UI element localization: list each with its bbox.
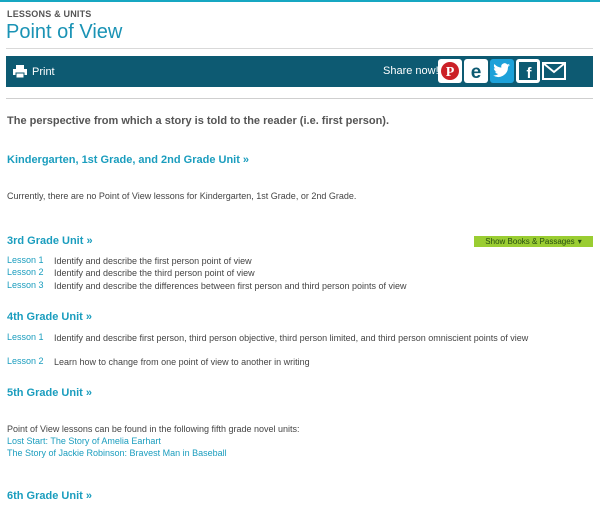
caret-down-icon: ▾ bbox=[577, 237, 582, 246]
k2-unit-note: Currently, there are no Point of View le… bbox=[7, 191, 357, 201]
lesson-description: Learn how to change from one point of vi… bbox=[54, 357, 310, 367]
lesson-link[interactable]: Lesson 1 bbox=[7, 332, 54, 344]
svg-text:P: P bbox=[446, 65, 455, 80]
definition-text: The perspective from which a story is to… bbox=[7, 115, 390, 127]
show-books-label: Show Books & Passages bbox=[485, 237, 575, 246]
lesson-description: Identify and describe first person, thir… bbox=[54, 333, 529, 343]
toolbar: Print Share now! P e f bbox=[6, 56, 593, 87]
lesson-row: Lesson 1 Identify and describe first per… bbox=[7, 332, 584, 344]
grade5-unit-link[interactable]: 5th Grade Unit » bbox=[7, 387, 92, 399]
top-accent-bar bbox=[0, 0, 600, 2]
lesson-description: Identify and describe the third person p… bbox=[54, 268, 255, 278]
book-link[interactable]: The Story of Jackie Robinson: Bravest Ma… bbox=[7, 448, 227, 458]
grade4-unit-link[interactable]: 4th Grade Unit » bbox=[7, 311, 92, 323]
svg-text:e: e bbox=[471, 62, 482, 81]
share-icons: P e f bbox=[438, 59, 566, 83]
lesson-link[interactable]: Lesson 2 bbox=[7, 267, 54, 279]
lesson-row: Lesson 2 Learn how to change from one po… bbox=[7, 356, 584, 368]
pinterest-icon[interactable]: P bbox=[438, 59, 462, 83]
printer-icon bbox=[13, 65, 27, 78]
toolbar-divider bbox=[6, 98, 593, 99]
twitter-icon[interactable] bbox=[490, 59, 514, 83]
lesson-row: Lesson 2 Identify and describe the third… bbox=[7, 267, 584, 279]
lesson-link[interactable]: Lesson 2 bbox=[7, 356, 54, 368]
grade5-unit-note: Point of View lessons can be found in th… bbox=[7, 424, 300, 434]
k2-unit-link[interactable]: Kindergarten, 1st Grade, and 2nd Grade U… bbox=[7, 154, 249, 166]
share-label: Share now! bbox=[383, 65, 439, 77]
book-link[interactable]: Lost Start: The Story of Amelia Earhart bbox=[7, 436, 161, 446]
lesson-description: Identify and describe the first person p… bbox=[54, 256, 252, 266]
print-button[interactable]: Print bbox=[13, 64, 55, 79]
show-books-passages-button[interactable]: Show Books & Passages ▾ bbox=[474, 236, 593, 247]
lesson-row: Lesson 1 Identify and describe the first… bbox=[7, 255, 584, 267]
grade3-unit-link[interactable]: 3rd Grade Unit » bbox=[7, 235, 93, 247]
facebook-icon[interactable]: f bbox=[516, 59, 540, 83]
grade6-unit-link[interactable]: 6th Grade Unit » bbox=[7, 490, 92, 502]
section-eyebrow: LESSONS & UNITS bbox=[7, 9, 92, 19]
lesson-link[interactable]: Lesson 1 bbox=[7, 255, 54, 267]
title-divider bbox=[6, 48, 593, 49]
print-label: Print bbox=[32, 65, 55, 78]
email-icon[interactable] bbox=[542, 59, 566, 83]
edmodo-icon[interactable]: e bbox=[464, 59, 488, 83]
lesson-link[interactable]: Lesson 3 bbox=[7, 280, 54, 292]
page-title: Point of View bbox=[6, 21, 123, 43]
lesson-description: Identify and describe the differences be… bbox=[54, 281, 407, 291]
lesson-row: Lesson 3 Identify and describe the diffe… bbox=[7, 280, 584, 292]
